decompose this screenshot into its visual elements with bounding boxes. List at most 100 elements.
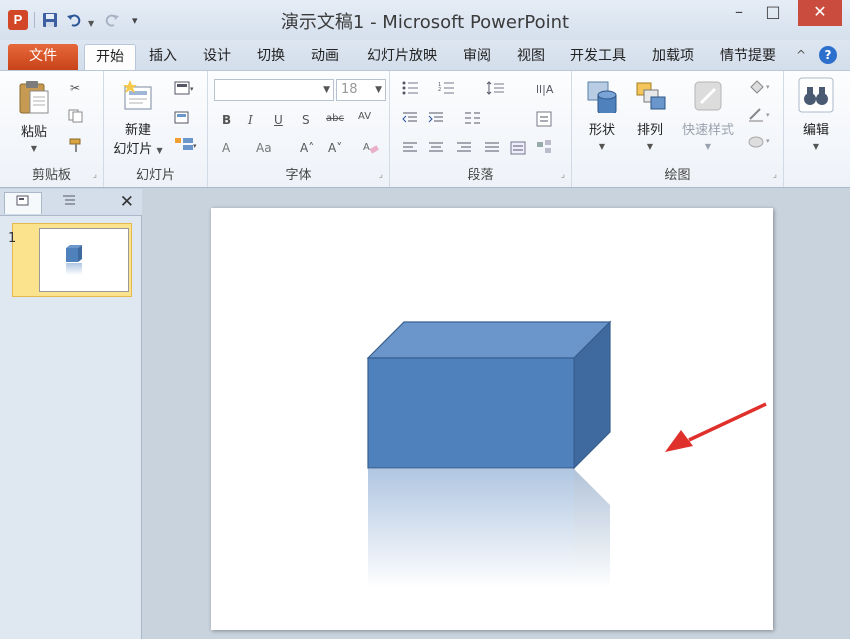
svg-text:▾: ▾ — [190, 85, 194, 93]
editing-label: 编辑 — [802, 123, 829, 138]
font-size-value: 18 — [341, 82, 358, 97]
slides-group-label: 幻灯片 — [135, 168, 175, 183]
paste-icon — [19, 81, 49, 114]
bold-icon[interactable]: B — [222, 113, 231, 127]
align-text-icon[interactable] — [536, 111, 558, 130]
ribbon-tabs: 文件 开始 插入 设计 切换 动画 幻灯片放映 审阅 视图 开发工具 加载项 情… — [0, 40, 850, 70]
paste-dropdown-icon[interactable]: ▼ — [31, 144, 37, 153]
arrange-button[interactable]: 排列 ▼ — [628, 79, 672, 153]
increase-font-icon[interactable]: A˄ — [300, 141, 314, 155]
font-launcher-icon[interactable]: ⌟ — [379, 170, 383, 180]
editing-dropdown-icon[interactable]: ▼ — [813, 142, 819, 151]
slides-tab-icon[interactable] — [4, 192, 42, 214]
distributed-icon[interactable] — [510, 141, 526, 158]
font-name-dropdown-icon[interactable]: ▼ — [323, 80, 330, 100]
red-arrow-annotation — [665, 402, 767, 452]
cube-shape[interactable] — [366, 320, 612, 470]
tab-home[interactable]: 开始 — [84, 44, 136, 70]
panel-tabs: ✕ — [0, 189, 142, 216]
shapes-dropdown-icon[interactable]: ▼ — [599, 142, 605, 151]
ribbon-collapse-icon[interactable]: ^ — [796, 48, 806, 62]
outline-tab-icon[interactable] — [50, 192, 88, 214]
shadow-icon[interactable]: S — [302, 113, 310, 127]
slide-thumbnail[interactable] — [39, 228, 129, 292]
numbering-icon[interactable]: 12 — [438, 81, 460, 98]
clear-formatting-icon[interactable]: A — [362, 139, 380, 158]
text-direction-icon[interactable]: ll|A — [536, 81, 558, 100]
arrange-icon — [636, 82, 666, 110]
font-size-dropdown-icon[interactable]: ▼ — [375, 80, 382, 100]
shape-effects-icon[interactable]: ▾ — [748, 133, 774, 152]
tab-animations[interactable]: 动画 — [302, 44, 348, 70]
tab-addins[interactable]: 加载项 — [644, 44, 702, 70]
group-editing: 编辑 ▼ — [786, 71, 850, 187]
paste-button[interactable]: 粘贴 ▼ — [12, 79, 56, 155]
close-panel-icon[interactable]: ✕ — [120, 192, 134, 212]
underline-icon[interactable]: U — [274, 113, 283, 127]
decrease-font-icon[interactable]: A˅ — [328, 141, 342, 155]
section-icon[interactable]: ▾ — [174, 137, 198, 154]
align-right-icon[interactable] — [456, 141, 472, 158]
format-painter-icon[interactable] — [68, 137, 84, 156]
slide-canvas[interactable] — [211, 208, 773, 630]
help-icon[interactable]: ? — [819, 46, 837, 64]
quick-styles-label: 快速样式 — [681, 123, 734, 138]
layout-icon[interactable]: ▾ — [174, 81, 196, 98]
justify-icon[interactable] — [484, 141, 500, 158]
arrange-dropdown-icon[interactable]: ▼ — [647, 142, 653, 151]
reset-slide-icon[interactable] — [174, 109, 190, 128]
tab-insert[interactable]: 插入 — [140, 44, 186, 70]
align-left-icon[interactable] — [402, 141, 418, 158]
drawing-launcher-icon[interactable]: ⌟ — [773, 170, 777, 180]
shape-fill-icon[interactable]: ▾ — [748, 79, 774, 98]
tab-slideshow[interactable]: 幻灯片放映 — [356, 44, 448, 70]
smartart-icon[interactable] — [536, 139, 558, 158]
svg-text:2: 2 — [438, 87, 441, 93]
tab-file[interactable]: 文件 — [8, 44, 78, 70]
font-group-label: 字体 — [285, 168, 312, 183]
tab-view[interactable]: 视图 — [508, 44, 554, 70]
tab-review[interactable]: 审阅 — [454, 44, 500, 70]
shapes-button[interactable]: 形状 ▼ — [580, 79, 624, 153]
copy-icon[interactable] — [68, 109, 84, 126]
cut-icon[interactable]: ✂ — [70, 81, 80, 95]
shape-outline-icon[interactable]: ▾ — [748, 107, 774, 126]
group-slides: 新建 幻灯片 ▼ ▾ ▾ 幻灯片 — [104, 71, 208, 187]
bullets-icon[interactable] — [402, 81, 424, 98]
tab-transitions[interactable]: 切换 — [248, 44, 294, 70]
decrease-indent-icon[interactable] — [402, 111, 418, 128]
svg-text:▾: ▾ — [766, 111, 770, 119]
minimize-icon[interactable]: – — [722, 0, 756, 26]
increase-indent-icon[interactable] — [428, 111, 444, 128]
close-icon[interactable]: ✕ — [798, 0, 842, 26]
clipboard-launcher-icon[interactable]: ⌟ — [93, 170, 97, 180]
editing-button[interactable]: 编辑 ▼ — [792, 77, 840, 153]
paragraph-launcher-icon[interactable]: ⌟ — [561, 170, 565, 180]
tab-design[interactable]: 设计 — [194, 44, 240, 70]
italic-icon[interactable]: I — [248, 113, 253, 127]
align-center-icon[interactable] — [428, 141, 444, 158]
slide-thumbnail-selected[interactable] — [12, 223, 132, 297]
tab-developer[interactable]: 开发工具 — [562, 44, 634, 70]
new-slide-icon — [123, 80, 152, 110]
maximize-icon[interactable]: □ — [756, 0, 790, 26]
quick-styles-button[interactable]: 快速样式 ▼ — [676, 79, 740, 153]
svg-text:▾: ▾ — [193, 142, 197, 150]
slide-number: 1 — [8, 231, 17, 246]
drawing-group-label: 绘图 — [664, 168, 691, 183]
new-slide-dropdown-icon[interactable]: ▼ — [157, 146, 163, 155]
character-spacing-icon[interactable]: AV — [358, 111, 371, 122]
tab-storyboard[interactable]: 情节提要 — [712, 44, 784, 70]
quick-styles-dropdown-icon[interactable]: ▼ — [705, 142, 711, 151]
columns-icon[interactable] — [464, 111, 484, 128]
strikethrough-icon[interactable]: abc — [326, 113, 344, 124]
line-spacing-icon[interactable] — [486, 81, 508, 98]
new-slide-button[interactable]: 新建 幻灯片 ▼ — [108, 79, 168, 157]
change-case-icon[interactable]: Aa — [256, 141, 272, 155]
thumbnail-cube — [66, 245, 82, 275]
font-color-icon[interactable]: A — [222, 141, 230, 155]
font-size-combo[interactable]: 18 ▼ — [336, 79, 386, 101]
paragraph-group-label: 段落 — [467, 168, 494, 183]
font-name-combo[interactable]: ▼ — [214, 79, 334, 101]
clipboard-group-label: 剪贴板 — [31, 168, 71, 183]
